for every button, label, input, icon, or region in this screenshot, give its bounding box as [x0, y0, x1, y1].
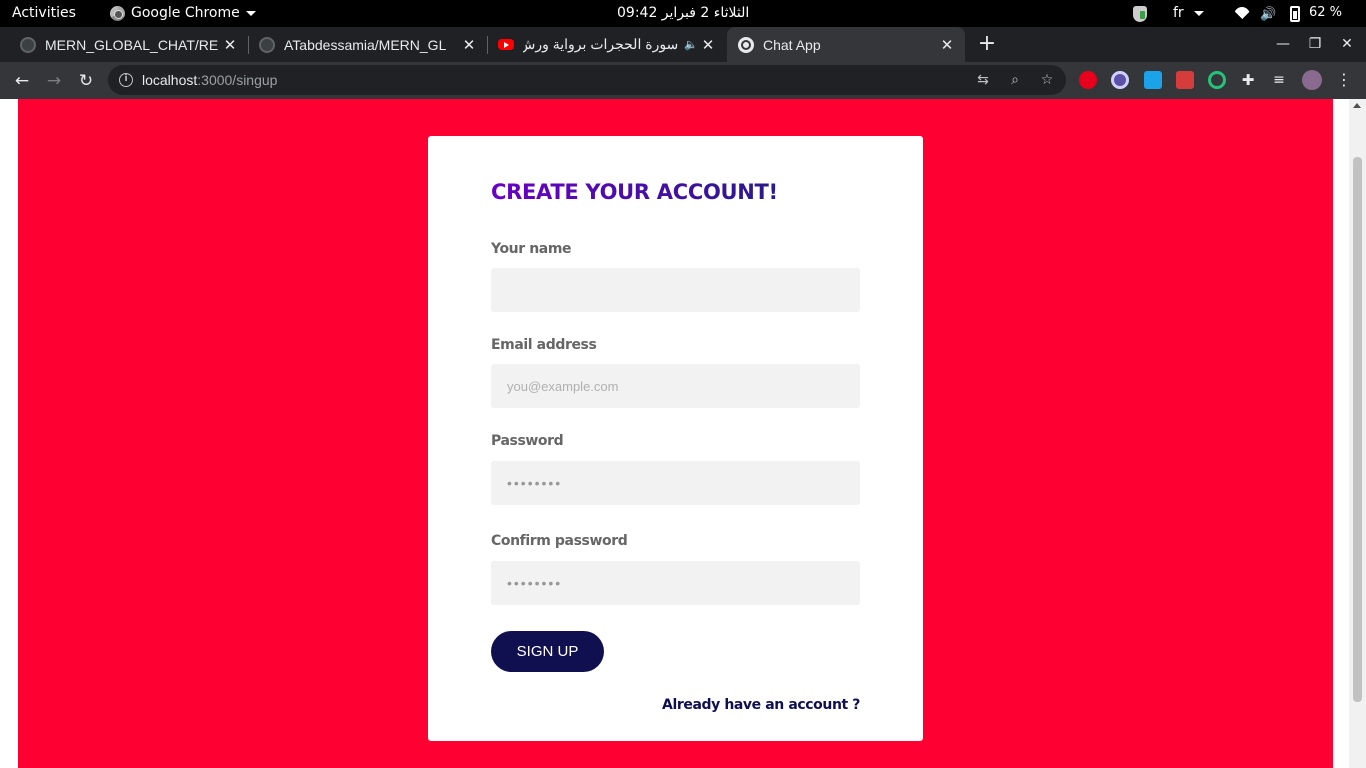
url-text[interactable]: localhost:3000/singup	[142, 72, 277, 88]
url-path: :3000/singup	[197, 72, 278, 88]
share-extension-icon[interactable]	[1144, 71, 1162, 89]
adblock-extension-icon[interactable]	[1079, 71, 1097, 89]
name-label: Your name	[491, 241, 572, 257]
scrollbar-thumb[interactable]	[1353, 157, 1362, 702]
signup-button[interactable]: SIGN UP	[491, 631, 604, 672]
tab-title: Chat App	[763, 36, 821, 53]
extensions-puzzle-icon[interactable]: ✚	[1239, 71, 1257, 89]
back-button[interactable]: ←	[8, 67, 36, 95]
media-controls-icon[interactable]: ≡	[1270, 71, 1288, 89]
login-link[interactable]: Already have an account ?	[662, 697, 860, 713]
battery-icon[interactable]	[1290, 6, 1300, 22]
page-viewport: CREATE YOUR ACCOUNT! Your name Email add…	[0, 99, 1366, 768]
tab-title: سورة الحجرات برواية ورش	[523, 36, 679, 52]
page-title: CREATE YOUR ACCOUNT!	[491, 180, 778, 204]
github-icon	[20, 36, 36, 53]
audio-playing-icon[interactable]: 🔈	[684, 38, 698, 51]
close-icon[interactable]: ✕	[698, 36, 718, 54]
globe-icon	[738, 36, 754, 53]
zoom-icon[interactable]: ⌕	[1006, 71, 1024, 89]
address-bar[interactable]: i localhost:3000/singup ⇆ ⌕ ☆	[108, 65, 1066, 95]
password-input[interactable]	[491, 461, 860, 505]
password-label: Password	[491, 433, 564, 449]
battery-percent: 62 %	[1309, 5, 1343, 20]
language-label: fr	[1173, 5, 1184, 21]
youtube-icon	[498, 39, 514, 50]
blocker-extension-icon[interactable]	[1111, 71, 1129, 89]
app-menu[interactable]: Google Chrome	[110, 5, 256, 21]
translate-icon[interactable]: ⇆	[974, 71, 992, 89]
tab-title: ATabdessamia/MERN_GL	[284, 36, 447, 53]
language-selector[interactable]: fr	[1173, 5, 1204, 21]
chevron-down-icon	[1193, 10, 1204, 16]
profile-avatar[interactable]	[1302, 70, 1322, 90]
target-extension-icon[interactable]	[1208, 71, 1226, 89]
security-shield-icon[interactable]	[1133, 6, 1147, 22]
new-tab-button[interactable]: +	[975, 27, 999, 62]
tab-title: MERN_GLOBAL_CHAT/RE	[45, 36, 219, 53]
volume-icon[interactable]: 🔊	[1260, 7, 1276, 22]
browser-toolbar: ← → ↻ i localhost:3000/singup ⇆ ⌕ ☆ ✚ ≡ …	[0, 62, 1366, 99]
tab-strip: MERN_GLOBAL_CHAT/RE ✕ ATabdessamia/MERN_…	[0, 27, 1366, 62]
email-label: Email address	[491, 337, 597, 353]
activities-button[interactable]: Activities	[12, 5, 76, 21]
close-window-button[interactable]: ✕	[1332, 27, 1362, 62]
tab-chat-app[interactable]: Chat App ✕	[727, 27, 965, 62]
site-info-icon[interactable]: i	[119, 73, 133, 87]
vertical-scrollbar[interactable]	[1349, 99, 1366, 768]
scroll-up-arrow-icon[interactable]	[1353, 103, 1361, 108]
clock[interactable]: الثلاثاء 2 فبراير 09:42	[617, 5, 749, 21]
menu-kebab-icon[interactable]: ⋮	[1335, 71, 1353, 89]
name-input[interactable]	[491, 268, 860, 312]
confirm-password-label: Confirm password	[491, 533, 628, 549]
app-name: Google Chrome	[131, 5, 240, 21]
url-host: localhost	[142, 72, 198, 88]
forward-button[interactable]: →	[40, 67, 68, 95]
tab-mern-global-chat[interactable]: MERN_GLOBAL_CHAT/RE ✕	[0, 27, 249, 62]
bookmark-star-icon[interactable]: ☆	[1038, 71, 1056, 89]
chevron-down-icon	[245, 10, 256, 16]
reload-button[interactable]: ↻	[72, 67, 100, 95]
confirm-password-input[interactable]	[491, 561, 860, 605]
github-icon	[259, 36, 275, 53]
close-icon[interactable]: ✕	[220, 36, 240, 54]
minimize-button[interactable]: —	[1268, 27, 1298, 62]
chrome-icon	[110, 5, 125, 21]
game-extension-icon[interactable]	[1176, 71, 1194, 89]
tab-youtube-surah[interactable]: سورة الحجرات برواية ورش 🔈 ✕	[478, 27, 726, 62]
restore-button[interactable]: ❐	[1300, 27, 1330, 62]
signup-card: CREATE YOUR ACCOUNT! Your name Email add…	[428, 136, 923, 741]
email-input[interactable]	[491, 364, 860, 408]
close-icon[interactable]: ✕	[459, 36, 479, 54]
system-top-bar: Activities Google Chrome الثلاثاء 2 فبرا…	[0, 0, 1366, 27]
wifi-icon[interactable]	[1234, 7, 1250, 19]
tab-atabdessamia-repo[interactable]: ATabdessamia/MERN_GL ✕	[239, 27, 488, 62]
close-icon[interactable]: ✕	[937, 36, 957, 54]
